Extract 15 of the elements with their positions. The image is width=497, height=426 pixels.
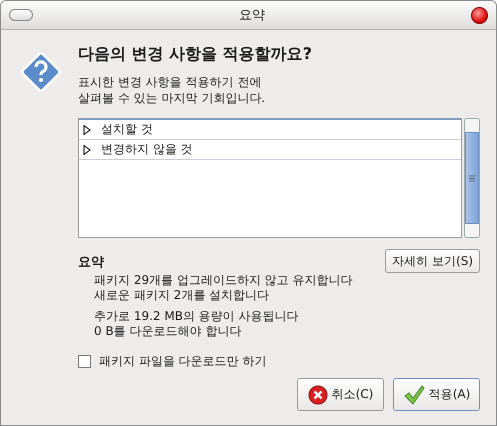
- details-button[interactable]: 자세히 보기(S): [385, 249, 480, 273]
- apply-button[interactable]: 적용(A): [393, 378, 480, 411]
- dialog-heading: 다음의 변경 사항을 적용할까요?: [78, 44, 313, 65]
- description-text: 표시한 변경 사항을 적용하기 전에: [78, 74, 262, 90]
- summary-text: 0 B를 다운로드해야 합니다: [94, 324, 242, 339]
- summary-text: 새로운 패키지 2개를 설치합니다: [94, 288, 270, 303]
- description-text: 살펴볼 수 있는 마지막 기회입니다.: [78, 90, 266, 106]
- cancel-button[interactable]: 취소(C): [297, 378, 384, 411]
- checkbox-label[interactable]: 패키지 파일을 다운로드만 하기: [99, 353, 266, 370]
- window-title: 요약: [239, 7, 265, 24]
- summary-text: 패키지 29개를 업그레이드하지 않고 유지합니다: [94, 273, 353, 288]
- tree-item-label: 변경하지 않을 것: [101, 141, 193, 158]
- summary-text: 추가로 19.2 MB의 용량이 사용됩니다: [94, 309, 300, 324]
- summary-title: 요약: [78, 254, 105, 271]
- tree-item-label: 설치할 것: [101, 121, 153, 138]
